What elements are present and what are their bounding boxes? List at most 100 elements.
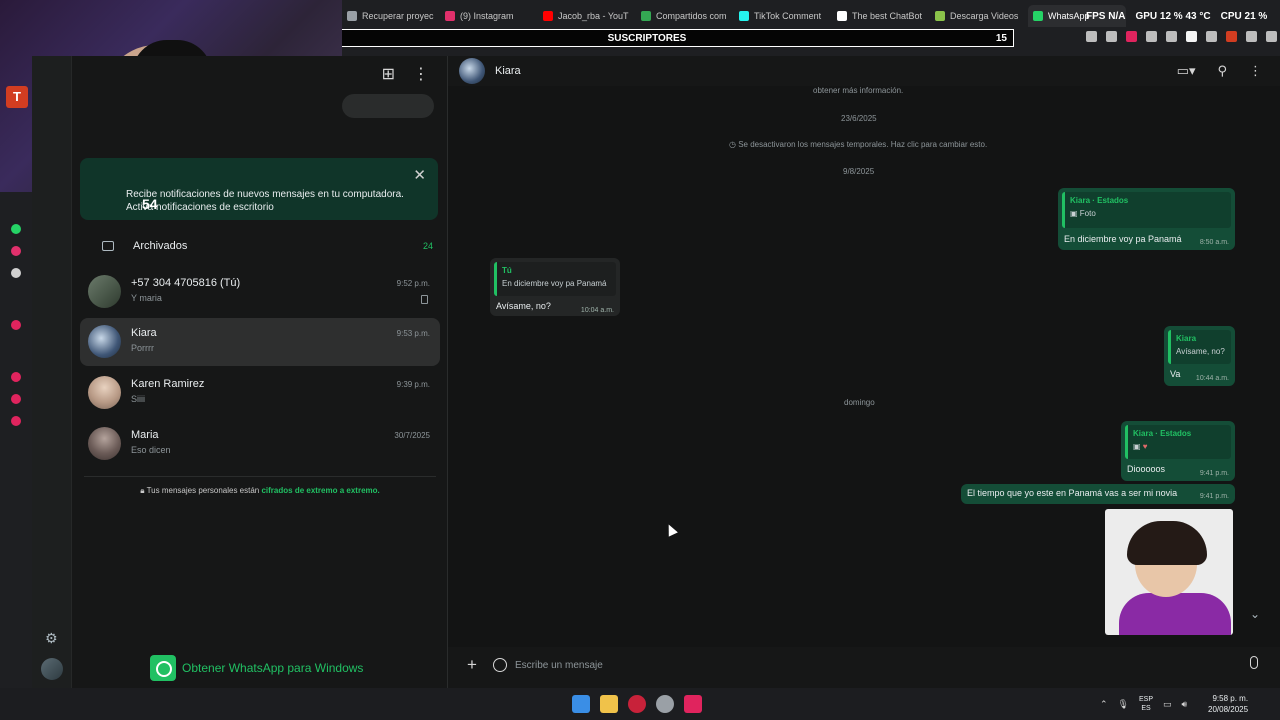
- opera-gx-icon[interactable]: [628, 695, 646, 713]
- quoted-message[interactable]: Tú En diciembre voy pa Panamá: [494, 262, 616, 296]
- instagram-rail-icon[interactable]: [11, 246, 21, 256]
- tiktok-app-icon[interactable]: [684, 695, 702, 713]
- quoted-message[interactable]: Kiara Avísame, no?: [1168, 330, 1231, 364]
- contact-name[interactable]: Kiara: [495, 65, 521, 77]
- lock-icon: 🔒︎: [140, 486, 145, 495]
- network-icon[interactable]: ▭: [1163, 699, 1172, 710]
- tab-instagram[interactable]: (9) Instagram: [440, 5, 538, 27]
- emoji-icon[interactable]: [493, 658, 507, 672]
- message-out[interactable]: Kiara · Estados ▣ ♥ Diooooos 9:41 p.m.: [1121, 421, 1235, 481]
- archived-count: 24: [422, 241, 433, 251]
- windows-start-icon[interactable]: [572, 695, 590, 713]
- chevron-down-icon[interactable]: ⌄: [1250, 607, 1260, 621]
- message-out[interactable]: El tiempo que yo este en Panamá vas a se…: [961, 484, 1235, 504]
- image-icon: ▣: [1070, 209, 1080, 218]
- instagram-icon: [445, 11, 455, 21]
- tab-icon: [347, 11, 357, 21]
- bookmark-icon[interactable]: [1106, 31, 1117, 42]
- search-input[interactable]: [342, 94, 434, 118]
- avatar: [88, 275, 121, 308]
- message-out[interactable]: Kiara · Estados ▣ Foto En diciembre voy …: [1058, 188, 1235, 250]
- message-in[interactable]: Tú En diciembre voy pa Panamá Avísame, n…: [490, 258, 620, 316]
- tab-recuperar[interactable]: Recuperar proyec: [342, 5, 440, 27]
- message-out[interactable]: Kiara Avísame, no? Va 10:44 a.m.: [1164, 326, 1235, 386]
- gear-icon[interactable]: ⚙: [45, 630, 58, 647]
- shield-icon[interactable]: [1126, 31, 1137, 42]
- chrome-icon[interactable]: [656, 695, 674, 713]
- streamer-logo-icon: T: [6, 86, 28, 108]
- tab-tiktok[interactable]: TikTok Comment: [734, 5, 832, 27]
- pin-icon[interactable]: [1086, 31, 1097, 42]
- chevron-up-icon[interactable]: ⌃: [1100, 699, 1108, 710]
- encryption-link[interactable]: cifrados de extremo a extremo.: [261, 486, 379, 495]
- archive-icon: [102, 241, 114, 251]
- mic-tray-icon[interactable]: 🎙︎: [1118, 699, 1129, 710]
- search-icon[interactable]: ⚲: [1217, 63, 1227, 79]
- tab-descarga[interactable]: Descarga Videos: [930, 5, 1028, 27]
- video-call-icon[interactable]: ▭▾: [1177, 63, 1196, 79]
- pin-icon: [421, 295, 428, 304]
- new-chat-icon[interactable]: ⊞: [382, 64, 395, 84]
- extension-icon[interactable]: [1186, 31, 1197, 42]
- menu-icon[interactable]: [1266, 31, 1277, 42]
- tab-chatbot[interactable]: The best ChatBot: [832, 5, 930, 27]
- get-whatsapp-button[interactable]: Obtener WhatsApp para Windows: [150, 655, 363, 681]
- chat-list-panel: ⊞ ⋮ Recibe notificaciones de nuevos mens…: [72, 56, 448, 688]
- tab-drive[interactable]: Compartidos com: [636, 5, 734, 27]
- browser-sidebar: [0, 192, 32, 688]
- heart-icon[interactable]: [1166, 31, 1177, 42]
- avatar: [88, 325, 121, 358]
- message-input[interactable]: [515, 656, 1215, 674]
- extensions-rail-icon[interactable]: [11, 394, 21, 404]
- level-badge: 54: [142, 196, 158, 212]
- tiktok-icon: [739, 11, 749, 21]
- encryption-note: 🔒︎ Tus mensajes personales están cifrado…: [140, 486, 380, 495]
- conversation-header[interactable]: Kiara ▭▾ ⚲ ⋮: [448, 56, 1280, 86]
- download-icon[interactable]: [1246, 31, 1257, 42]
- conversation-panel: Kiara ▭▾ ⚲ ⋮ obtener más información. 23…: [448, 56, 1280, 688]
- tab-youtube[interactable]: Jacob_rba - YouT: [538, 5, 636, 27]
- panel-header-actions: ⊞ ⋮: [382, 64, 429, 84]
- language-indicator[interactable]: ESP ES: [1139, 695, 1153, 713]
- history-rail-icon[interactable]: [11, 372, 21, 382]
- timer-icon: ◷: [729, 140, 739, 149]
- extension-icons: [1086, 31, 1277, 42]
- attach-plus-icon[interactable]: +: [467, 655, 477, 675]
- subscriber-counter: 0 SUSCRIPTORES 15: [280, 29, 1014, 47]
- drive-icon: [641, 11, 651, 21]
- settings-rail-icon[interactable]: [11, 416, 21, 426]
- play-icon[interactable]: [1146, 31, 1157, 42]
- chat-item-karen[interactable]: Karen Ramirez Siiii 9:39 p.m.: [80, 369, 440, 417]
- image-message[interactable]: [1105, 509, 1233, 635]
- whatsapp-nav-rail: ⚙: [32, 56, 72, 688]
- youtube-icon: [543, 11, 553, 21]
- puzzle-icon[interactable]: [1206, 31, 1217, 42]
- menu-dots-icon[interactable]: ⋮: [413, 64, 429, 84]
- contact-avatar[interactable]: [459, 58, 485, 84]
- chat-item-kiara[interactable]: Kiara Porrrr 9:53 p.m.: [80, 318, 440, 366]
- record-rail-icon[interactable]: [11, 320, 21, 330]
- menu-dots-icon[interactable]: ⋮: [1249, 63, 1262, 79]
- date-separator: 23/6/2025: [841, 114, 877, 123]
- system-message[interactable]: ◷ Se desactivaron los mensajes temporale…: [729, 140, 987, 149]
- taskbar-clock[interactable]: 9:58 p. m. 20/08/2025: [1208, 693, 1248, 715]
- chatbot-icon: [837, 11, 847, 21]
- profile-avatar[interactable]: [41, 658, 63, 680]
- info-note[interactable]: obtener más información.: [813, 86, 903, 95]
- profile-icon[interactable]: [1226, 31, 1237, 42]
- chat-item-maria[interactable]: Maria Eso dicen 30/7/2025: [80, 420, 440, 468]
- quoted-status[interactable]: Kiara · Estados ▣ Foto: [1062, 192, 1231, 228]
- tiktok-rail-icon[interactable]: [11, 268, 21, 278]
- close-icon[interactable]: ✕: [413, 166, 426, 184]
- mic-icon[interactable]: [1250, 656, 1258, 669]
- archived-row[interactable]: Archivados 24: [72, 232, 448, 260]
- image-icon: ▣: [1133, 442, 1143, 451]
- system-tray: ⌃ 🎙︎ ESP ES ▭ 🔊︎: [1100, 695, 1187, 713]
- whatsapp-rail-icon[interactable]: [11, 224, 21, 234]
- chat-item-self[interactable]: +57 304 4705816 (Tú) Y maria 9:52 p.m.: [80, 268, 440, 316]
- file-explorer-icon[interactable]: [600, 695, 618, 713]
- conversation-actions: ▭▾ ⚲ ⋮: [1177, 63, 1262, 79]
- notification-banner: Recibe notificaciones de nuevos mensajes…: [80, 158, 438, 220]
- volume-icon[interactable]: 🔊︎: [1182, 699, 1188, 710]
- quoted-status[interactable]: Kiara · Estados ▣ ♥: [1125, 425, 1231, 459]
